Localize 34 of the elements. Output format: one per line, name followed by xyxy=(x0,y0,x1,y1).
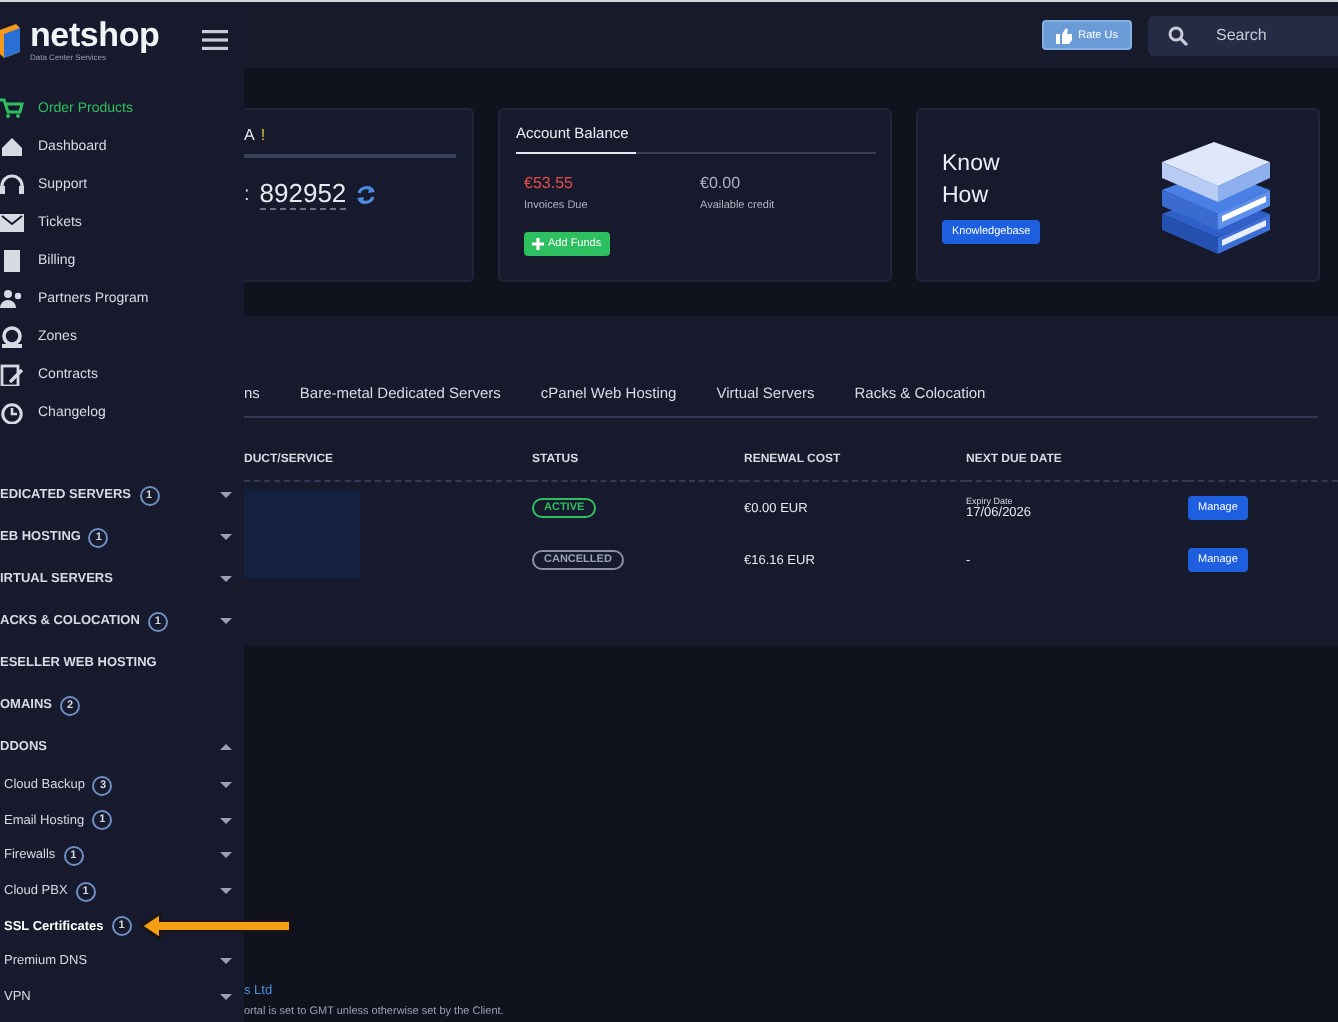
house-icon xyxy=(0,136,24,158)
search-field[interactable]: Search xyxy=(1148,15,1338,55)
due-amount: €53.55 xyxy=(524,174,575,192)
chevron-down-icon[interactable] xyxy=(220,616,232,626)
arrow-icon xyxy=(140,912,292,941)
pin-code: 892952 xyxy=(259,178,347,210)
cube-icon xyxy=(0,22,20,58)
refresh-icon[interactable] xyxy=(356,183,377,205)
logo-text: netshop xyxy=(30,18,162,52)
chevron-down-icon[interactable] xyxy=(220,886,232,897)
code-label: : xyxy=(244,183,250,205)
chevron-down-icon[interactable] xyxy=(220,815,232,826)
card-title: A xyxy=(244,126,255,144)
cart-icon xyxy=(0,98,24,120)
chevron-down-icon[interactable] xyxy=(220,490,232,500)
credit-amount: €0.00 xyxy=(700,174,743,192)
menu-icon[interactable] xyxy=(202,30,228,50)
plus-icon xyxy=(532,238,544,250)
chevron-down-icon[interactable] xyxy=(220,850,232,861)
clock-icon xyxy=(0,402,24,424)
chevron-down-icon[interactable] xyxy=(220,991,232,1002)
card-title: Know How xyxy=(942,149,1002,211)
chevron-down-icon[interactable] xyxy=(220,956,232,967)
thumbs-up-icon xyxy=(1056,27,1073,43)
pencil-icon xyxy=(0,364,24,386)
headset-icon xyxy=(0,174,24,196)
chevron-up-icon[interactable] xyxy=(220,742,232,752)
person-icon xyxy=(0,326,24,348)
alert-mark: ! xyxy=(260,126,266,144)
people-icon xyxy=(0,288,24,310)
document-icon xyxy=(0,250,24,272)
chevron-down-icon[interactable] xyxy=(220,780,232,791)
chevron-down-icon[interactable] xyxy=(220,574,232,584)
chevron-down-icon[interactable] xyxy=(220,532,232,542)
